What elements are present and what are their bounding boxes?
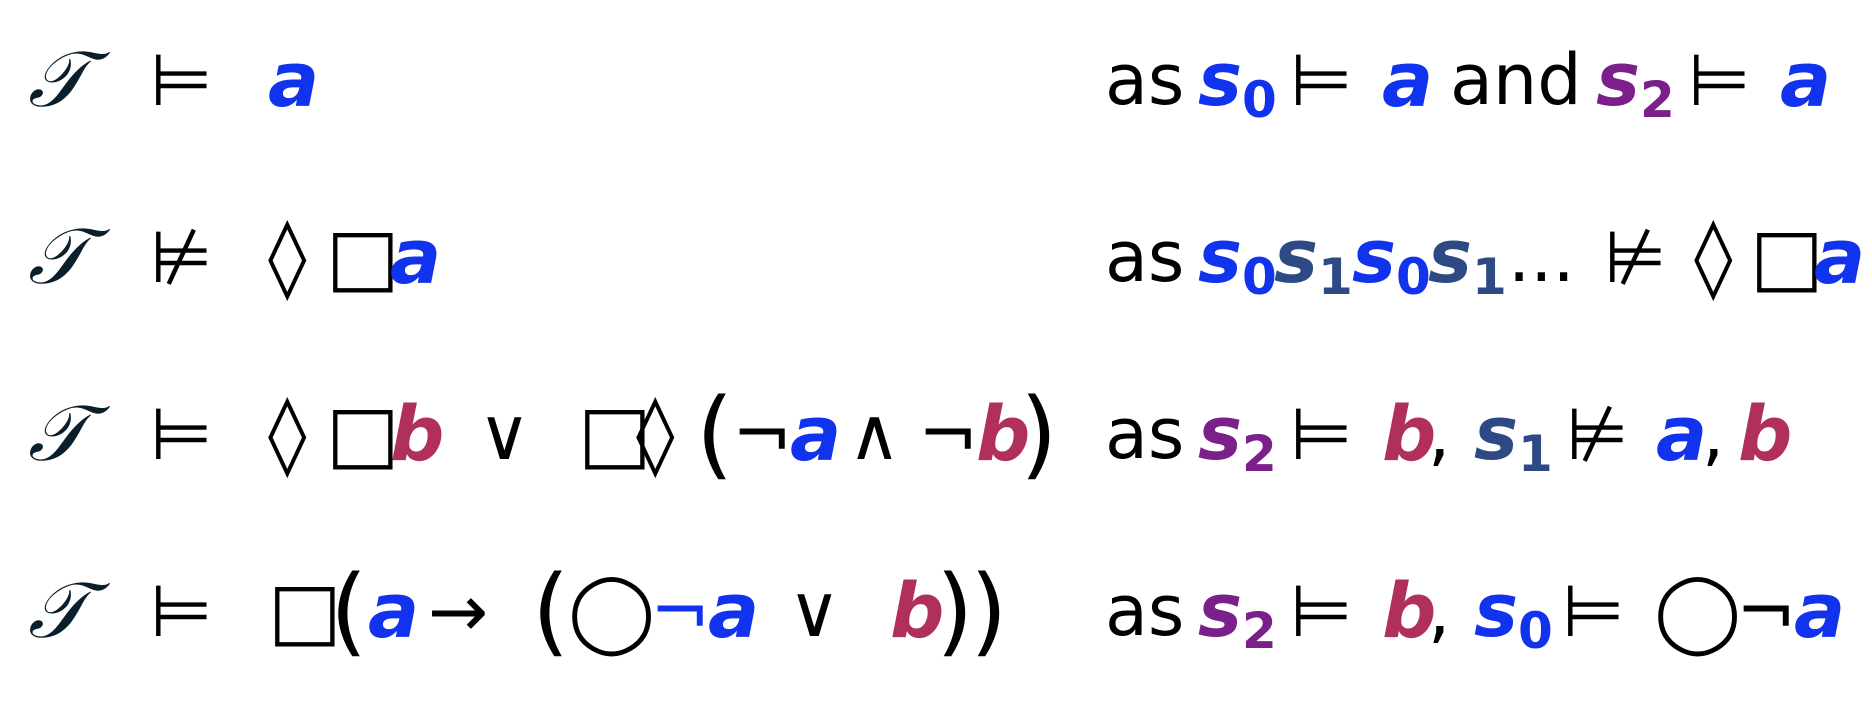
var-b: b [390,389,445,478]
system-T: 𝒯 [28,566,88,656]
state-s2: s2 [1198,568,1277,660]
line-3: 𝒯 ⊨ ◊ □ b ∨ □ ◊ ( ¬ a ∧ ¬ b ) as s2 ⊨ b … [0,359,1872,509]
line-2: 𝒯 ⊭ ◊ □ a as s0 s1 s0 s1 ... ⊭ ◊ □ a [0,182,1872,332]
diamond-operator: ◊ [268,212,307,302]
word-as: as [1105,570,1185,652]
state-s0: s0 [1352,214,1431,306]
not-operator: ¬ [1736,569,1797,653]
var-a: a [1794,566,1846,655]
not-models-symbol: ⊭ [150,215,213,299]
left-paren: ( [532,555,570,667]
right-paren: ) [1020,378,1058,490]
right-paren: ) [936,555,974,667]
next-operator: ◯ [1654,566,1742,656]
comma: , [1428,393,1451,475]
word-as: as [1105,216,1185,298]
next-operator: ◯ [568,566,656,656]
models-symbol: ⊨ [1688,38,1751,122]
implies-operator: → [428,569,489,653]
models-symbol: ⊨ [150,392,213,476]
box-operator: □ [1750,212,1824,302]
comma: , [1702,393,1725,475]
models-symbol: ⊨ [1290,392,1353,476]
state-s2: s2 [1198,391,1277,483]
system-T: 𝒯 [28,35,88,125]
models-symbol: ⊨ [1290,38,1353,122]
state-s0: s0 [1474,568,1553,660]
state-s1: s1 [1428,214,1507,306]
system-T: 𝒯 [28,389,88,479]
system-T: 𝒯 [28,212,88,302]
models-symbol: ⊨ [150,38,213,122]
var-a: a [1814,212,1866,301]
line-4: 𝒯 ⊨ □ ( a → ( ◯ ¬ a ∨ b ) ) as s2 ⊨ b , … [0,536,1872,686]
left-paren: ( [330,555,368,667]
left-paren: ( [696,378,734,490]
state-s0: s0 [1198,214,1277,306]
state-s0: s0 [1198,37,1277,129]
var-a: a [368,566,420,655]
not-operator: ¬ [732,392,793,476]
state-s1: s1 [1274,214,1353,306]
diamond-operator: ◊ [1694,212,1733,302]
var-a: a [790,389,842,478]
var-a: a [268,35,320,124]
box-operator: □ [326,212,400,302]
var-a: a [1382,35,1434,124]
state-s1: s1 [1474,391,1553,483]
word-as: as [1105,393,1185,475]
and-operator: ∧ [848,392,901,476]
var-a: a [1780,35,1832,124]
word-as: as [1105,39,1185,121]
var-a: a [708,566,760,655]
ellipsis: ... [1508,216,1575,298]
var-a: a [1656,389,1708,478]
box-operator: □ [326,389,400,479]
or-operator: ∨ [788,569,841,653]
diamond-operator: ◊ [636,389,675,479]
var-b: b [1738,389,1793,478]
models-symbol: ⊨ [1562,569,1625,653]
models-symbol: ⊨ [150,569,213,653]
not-operator: ¬ [650,569,711,653]
state-s2: s2 [1596,37,1675,129]
comma: , [1428,570,1451,652]
not-operator: ¬ [918,392,979,476]
diamond-operator: ◊ [268,389,307,479]
line-1: 𝒯 ⊨ a as s0 ⊨ a and s2 ⊨ a [0,5,1872,155]
var-a: a [390,212,442,301]
right-paren: ) [970,555,1008,667]
not-models-symbol: ⊭ [1604,215,1667,299]
or-operator: ∨ [478,392,531,476]
models-symbol: ⊨ [1290,569,1353,653]
not-models-symbol: ⊭ [1566,392,1629,476]
word-and: and [1450,39,1582,121]
